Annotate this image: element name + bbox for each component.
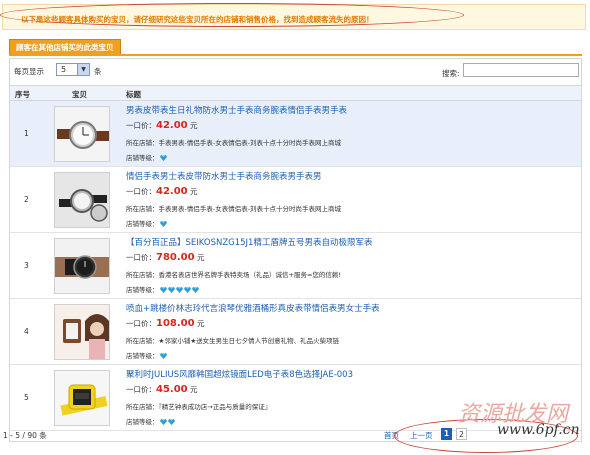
price-unit: 元 [196, 253, 205, 262]
shop-label: 所在店铺： [126, 205, 159, 213]
product-thumbnail[interactable] [54, 172, 110, 228]
diamond-icon [159, 220, 167, 228]
shop-level: 店铺等级： [126, 284, 199, 294]
product-price: 一口价：108.00 元 [126, 318, 204, 329]
level-label: 店铺等级： [126, 286, 159, 294]
table-row: 2 情侣手表男士表皮带防水男士手表商务腕表男手表男 一口价：42.00 元所在店铺：… [10, 167, 581, 233]
shop-label: 所在店铺： [126, 337, 159, 345]
items-panel: 每页显示 5 ▼ 条 搜索: 序号 宝贝 标题 1 男表皮带表生日礼物防水男士手表… [9, 58, 582, 442]
price-label: 一口价： [126, 187, 156, 196]
row-index: 2 [24, 195, 29, 204]
shop-name[interactable]: 手表男表-情侣手表-女表情侣表-刘表十点十分时尚手表网上商城 [159, 205, 342, 213]
table-row: 4 喷血+跳楼价林志玲代言浪琴优雅酒桶形真皮表带情侣表男女士手表 一口价：108.0… [10, 299, 581, 365]
shop-level: 店铺等级： [126, 152, 167, 162]
price-unit: 元 [190, 385, 198, 394]
shop-info: 所在店铺：手表男表-情侣手表-女表情侣表-刘表十点十分时尚手表网上商城 [126, 137, 341, 147]
shop-level: 店铺等级： [126, 416, 175, 426]
row-index: 1 [24, 129, 29, 138]
diamond-icon [159, 286, 199, 294]
table-row: 3 【百分百正品】SEIKOSNZG15J1精工盾牌五号男表自动极限军表 一口价：7… [10, 233, 581, 299]
price-label: 一口价： [126, 385, 156, 394]
watermark-url: www.6pf.cn [497, 422, 580, 438]
shop-label: 所在店铺： [126, 403, 159, 411]
price-value: 42.00 [156, 120, 188, 131]
price-value: 108.00 [156, 318, 195, 329]
col-header-title: 标题 [126, 90, 141, 99]
table-header: 序号 宝贝 标题 [10, 85, 581, 101]
diamond-icon [159, 418, 175, 426]
shop-info: 所在店铺：手表男表-情侣手表-女表情侣表-刘表十点十分时尚手表网上商城 [126, 203, 341, 213]
tab-underline [9, 54, 582, 56]
product-title-link[interactable]: 聚利时JULIUS风靡韩国超炫镜面LED电子表8色选择JAE-003 [126, 368, 353, 380]
product-title-link[interactable]: 【百分百正品】SEIKOSNZG15J1精工盾牌五号男表自动极限军表 [126, 236, 372, 248]
shop-label: 所在店铺： [126, 139, 159, 147]
price-label: 一口价： [126, 253, 156, 262]
shop-label: 所在店铺： [126, 271, 159, 279]
level-label: 店铺等级： [126, 352, 159, 360]
shop-info: 所在店铺：『精艺钟表成功店→正品与质量的保证』 [126, 401, 271, 411]
search-label: 搜索: [442, 69, 460, 78]
product-price: 一口价：42.00 元 [126, 120, 198, 131]
product-price: 一口价：45.00 元 [126, 384, 198, 395]
annotation-ellipse-notice [0, 3, 464, 27]
product-price: 一口价：42.00 元 [126, 186, 198, 197]
price-unit: 元 [190, 187, 198, 196]
row-index: 3 [24, 261, 29, 270]
search-input[interactable] [463, 63, 579, 77]
product-price: 一口价：780.00 元 [126, 252, 204, 263]
per-page-value: 5 [61, 65, 67, 74]
product-title-link[interactable]: 男表皮带表生日礼物防水男士手表商务腕表情侣手表男手表 [126, 104, 347, 116]
level-label: 店铺等级： [126, 418, 159, 426]
shop-name[interactable]: 『精艺钟表成功店→正品与质量的保证』 [159, 403, 272, 411]
row-index: 4 [24, 327, 29, 336]
price-value: 45.00 [156, 384, 188, 395]
shop-level: 店铺等级： [126, 350, 167, 360]
per-page-select[interactable]: 5 ▼ [56, 63, 90, 76]
per-page-unit: 条 [94, 67, 102, 76]
diamond-icon [159, 352, 167, 360]
price-label: 一口价： [126, 319, 156, 328]
table-row: 1 男表皮带表生日礼物防水男士手表商务腕表情侣手表男手表 一口价：42.00 元所在… [10, 101, 581, 167]
product-thumbnail[interactable] [54, 106, 110, 162]
shop-name[interactable]: 香港名表店世界名牌手表特卖场（礼品）诚信+服务=您的信赖! [159, 271, 342, 279]
diamond-icon [159, 154, 167, 162]
price-unit: 元 [190, 121, 198, 130]
shop-info: 所在店铺：★邻家小铺★送女生男生日七夕情人节创意礼物、礼品火柴项链 [126, 335, 339, 345]
price-unit: 元 [196, 319, 205, 328]
price-label: 一口价： [126, 121, 156, 130]
shop-info: 所在店铺：香港名表店世界名牌手表特卖场（礼品）诚信+服务=您的信赖! [126, 269, 341, 279]
product-thumbnail[interactable] [54, 238, 110, 294]
chevron-down-icon: ▼ [77, 64, 89, 75]
pager-info: 1 - 5 / 90 条 [3, 431, 47, 440]
per-page-label: 每页显示 [14, 67, 44, 76]
shop-name[interactable]: ★邻家小铺★送女生男生日七夕情人节创意礼物、礼品火柴项链 [159, 337, 340, 345]
product-title-link[interactable]: 喷血+跳楼价林志玲代言浪琴优雅酒桶形真皮表带情侣表男女士手表 [126, 302, 380, 314]
row-index: 5 [24, 393, 29, 402]
product-title-link[interactable]: 情侣手表男士表皮带防水男士手表商务腕表男手表男 [126, 170, 322, 182]
col-header-item: 宝贝 [72, 90, 87, 99]
shop-name[interactable]: 手表男表-情侣手表-女表情侣表-刘表十点十分时尚手表网上商城 [159, 139, 342, 147]
price-value: 42.00 [156, 186, 188, 197]
level-label: 店铺等级： [126, 220, 159, 228]
product-thumbnail[interactable] [54, 370, 110, 426]
product-thumbnail[interactable] [54, 304, 110, 360]
shop-level: 店铺等级： [126, 218, 167, 228]
level-label: 店铺等级： [126, 154, 159, 162]
col-header-index: 序号 [15, 90, 30, 99]
price-value: 780.00 [156, 252, 195, 263]
